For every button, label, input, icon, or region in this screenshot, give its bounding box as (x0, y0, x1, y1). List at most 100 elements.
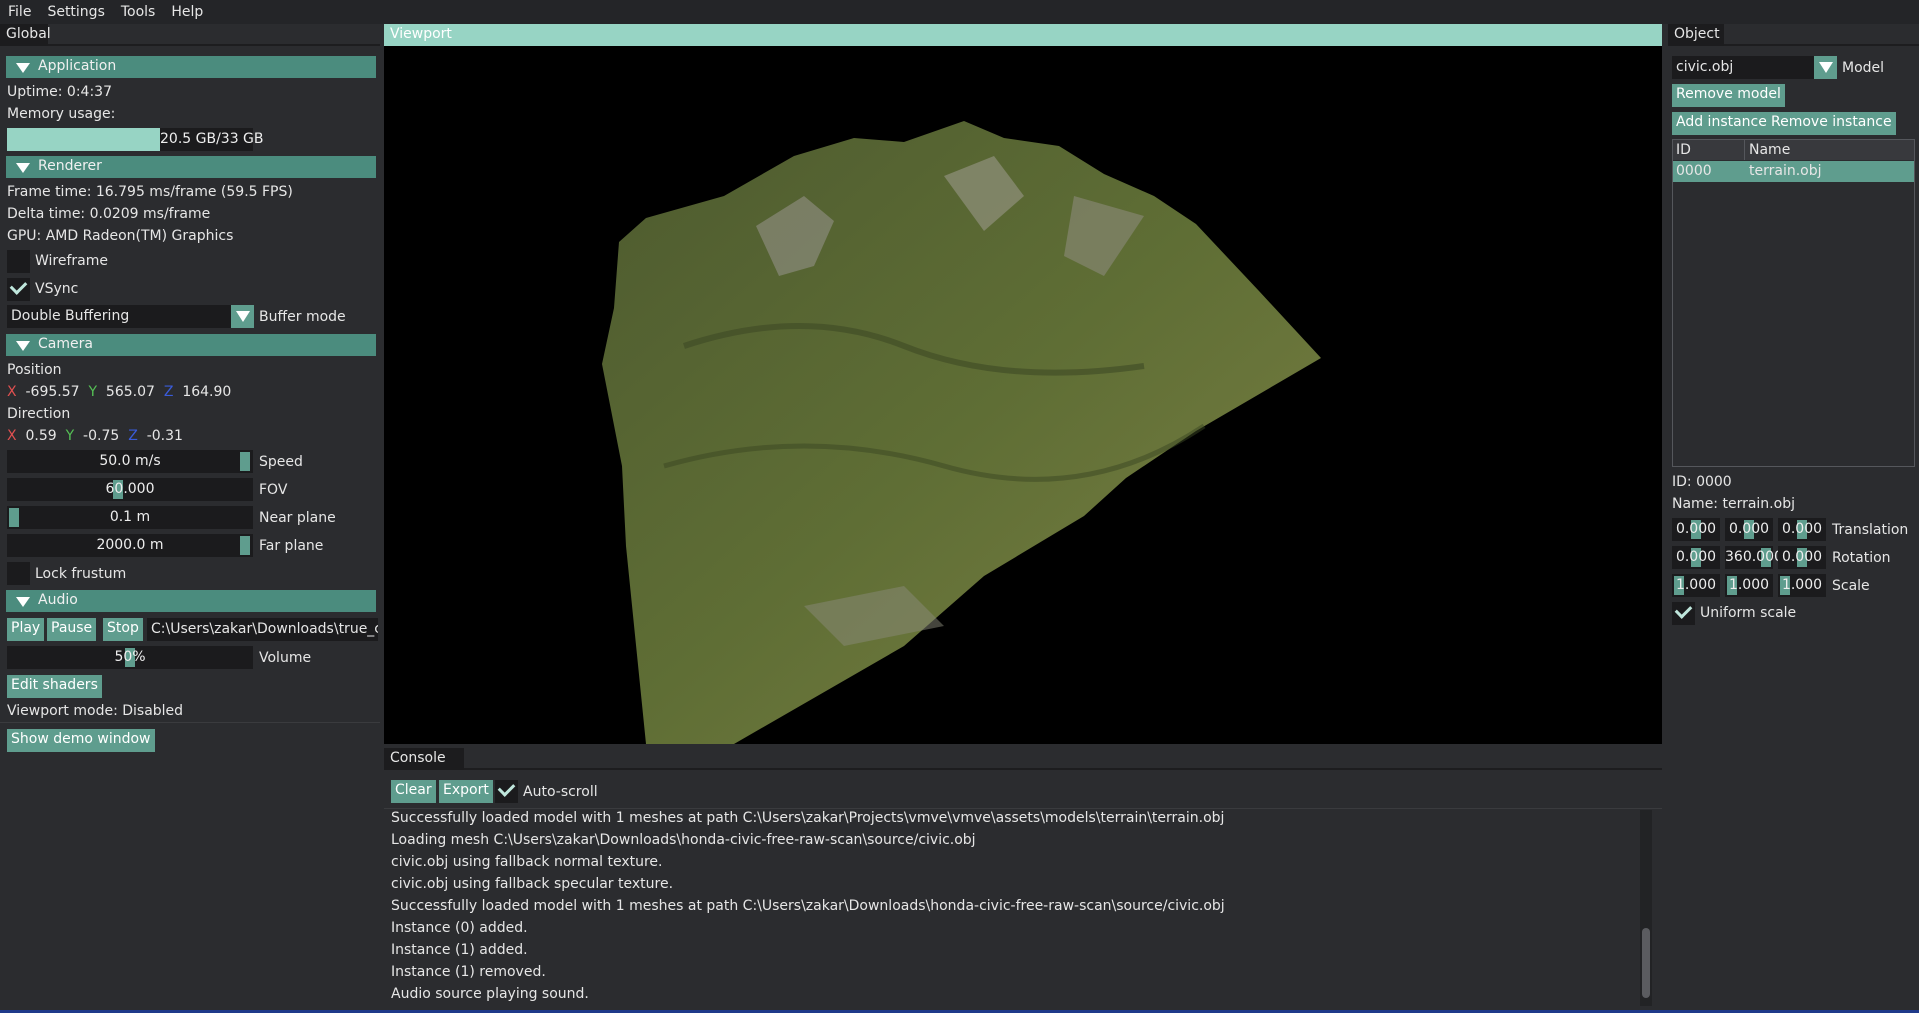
chevron-down-icon[interactable] (1814, 56, 1837, 79)
application-header-label: Application (38, 58, 117, 74)
fov-slider[interactable]: 60.000 (7, 478, 253, 501)
show-demo-window-button[interactable]: Show demo window (7, 729, 155, 752)
instance-id-text: ID: 0000 (1672, 474, 1732, 490)
tab-global[interactable]: Global (0, 24, 51, 46)
menu-settings[interactable]: Settings (39, 4, 112, 20)
rotation-z-drag[interactable]: 0.000 (1778, 546, 1826, 569)
rotation-x-drag[interactable]: 0.000 (1672, 546, 1720, 569)
log-line: civic.obj using fallback normal texture. (391, 854, 663, 870)
tab-object[interactable]: Object (1668, 24, 1724, 46)
play-button[interactable]: Play (7, 618, 45, 641)
collapse-triangle-icon (16, 63, 30, 73)
model-label: Model (1842, 60, 1885, 76)
position-label: Position (7, 362, 62, 378)
translation-x: 0.000 (1675, 521, 1717, 537)
divider (384, 808, 1662, 809)
scale-x-drag[interactable]: 1.000 (1672, 574, 1720, 597)
audio-path-input[interactable]: C:\Users\zakar\Downloads\true_colo (147, 618, 378, 641)
object-tabbar: Object (1668, 24, 1919, 46)
auto-scroll-checkbox[interactable] (495, 779, 518, 803)
camera-header[interactable]: Camera (6, 334, 376, 356)
object-panel: Object civic.obj Model Remove model Add … (1668, 24, 1919, 1013)
translation-y-drag[interactable]: 0.000 (1725, 518, 1773, 541)
log-line: Loading mesh C:\Users\zakar\Downloads\ho… (391, 832, 976, 848)
translation-x-drag[interactable]: 0.000 (1672, 518, 1720, 541)
buffer-mode-select[interactable]: Double Buffering (7, 305, 231, 328)
rotation-z: 0.000 (1781, 549, 1823, 565)
menu-file[interactable]: File (0, 4, 39, 20)
console-scrollbar[interactable] (1640, 810, 1652, 1006)
add-instance-button[interactable]: Add instance (1672, 112, 1771, 135)
global-panel: Global Application Uptime: 0:4:37 Memory… (0, 24, 380, 1013)
y-axis-label: Y (88, 384, 98, 400)
far-plane-slider[interactable]: 2000.0 m (7, 534, 253, 557)
pause-button[interactable]: Pause (47, 618, 97, 641)
divider (0, 722, 380, 723)
log-line: Instance (1) removed. (391, 964, 546, 980)
fov-label: FOV (259, 482, 288, 498)
speed-slider[interactable]: 50.0 m/s (7, 450, 253, 473)
application-header[interactable]: Application (6, 56, 376, 78)
vsync-checkbox[interactable] (7, 277, 30, 301)
far-plane-value: 2000.0 m (96, 537, 164, 553)
table-header-id[interactable]: ID (1676, 142, 1691, 158)
log-line: Successfully loaded model with 1 meshes … (391, 898, 1225, 914)
check-icon (9, 277, 28, 295)
slider-grab[interactable] (240, 536, 250, 555)
camera-header-label: Camera (38, 336, 93, 352)
gpu-text: GPU: AMD Radeon(TM) Graphics (7, 228, 234, 244)
renderer-header[interactable]: Renderer (6, 156, 376, 178)
translation-z: 0.000 (1781, 521, 1823, 537)
row-id: 0000 (1676, 163, 1712, 179)
edit-shaders-button[interactable]: Edit shaders (7, 675, 102, 698)
slider-grab[interactable] (9, 508, 19, 527)
rotation-y-drag[interactable]: 360.000 (1725, 546, 1783, 569)
scale-y-drag[interactable]: 1.000 (1725, 574, 1773, 597)
chevron-down-icon[interactable] (231, 305, 254, 328)
column-divider (1744, 140, 1745, 160)
volume-slider[interactable]: 50% (7, 646, 253, 669)
wireframe-checkbox[interactable] (7, 250, 30, 273)
direction-x: 0.59 (25, 428, 57, 444)
export-button[interactable]: Export (439, 780, 493, 803)
tab-console[interactable]: Console (384, 748, 464, 770)
check-icon (497, 779, 516, 797)
slider-grab[interactable] (240, 452, 250, 471)
viewport-mode-text: Viewport mode: Disabled (7, 703, 184, 719)
collapse-triangle-icon (16, 597, 30, 607)
near-plane-slider[interactable]: 0.1 m (7, 506, 253, 529)
translation-label: Translation (1832, 522, 1909, 538)
vsync-label: VSync (35, 281, 79, 297)
terrain-render[interactable] (384, 46, 1662, 744)
scale-z-drag[interactable]: 1.000 (1778, 574, 1826, 597)
console-panel: Console Clear Export Auto-scroll Success… (384, 748, 1662, 1013)
near-plane-value: 0.1 m (109, 509, 151, 525)
fov-value: 60.000 (105, 481, 155, 497)
memory-usage-value: 20.5 GB/33 GB (160, 131, 264, 147)
lock-frustum-checkbox[interactable] (7, 562, 30, 585)
clear-button[interactable]: Clear (391, 780, 436, 803)
table-header-row: ID Name (1673, 140, 1914, 160)
remove-instance-button[interactable]: Remove instance (1767, 112, 1896, 135)
auto-scroll-label: Auto-scroll (523, 784, 598, 800)
z-axis-label: Z (163, 384, 174, 400)
menu-tools[interactable]: Tools (113, 4, 164, 20)
uniform-scale-checkbox[interactable] (1672, 601, 1695, 625)
table-row[interactable]: 0000 terrain.obj (1673, 161, 1914, 182)
log-line: Instance (0) added. (391, 920, 528, 936)
scrollbar-thumb[interactable] (1642, 928, 1650, 998)
remove-model-button[interactable]: Remove model (1672, 84, 1785, 107)
row-name: terrain.obj (1749, 163, 1822, 179)
table-header-name[interactable]: Name (1749, 142, 1790, 158)
log-line: Successfully loaded model with 1 meshes … (391, 810, 1225, 826)
stop-button[interactable]: Stop (103, 618, 143, 641)
viewport-panel[interactable]: Viewport (384, 24, 1662, 744)
position-z: 164.90 (182, 384, 232, 400)
audio-header[interactable]: Audio (6, 590, 376, 612)
model-select[interactable]: civic.obj (1672, 56, 1814, 79)
menu-help[interactable]: Help (163, 4, 211, 20)
volume-label: Volume (259, 650, 312, 666)
collapse-triangle-icon (16, 163, 30, 173)
translation-z-drag[interactable]: 0.000 (1778, 518, 1826, 541)
y-axis-label: Y (65, 428, 75, 444)
